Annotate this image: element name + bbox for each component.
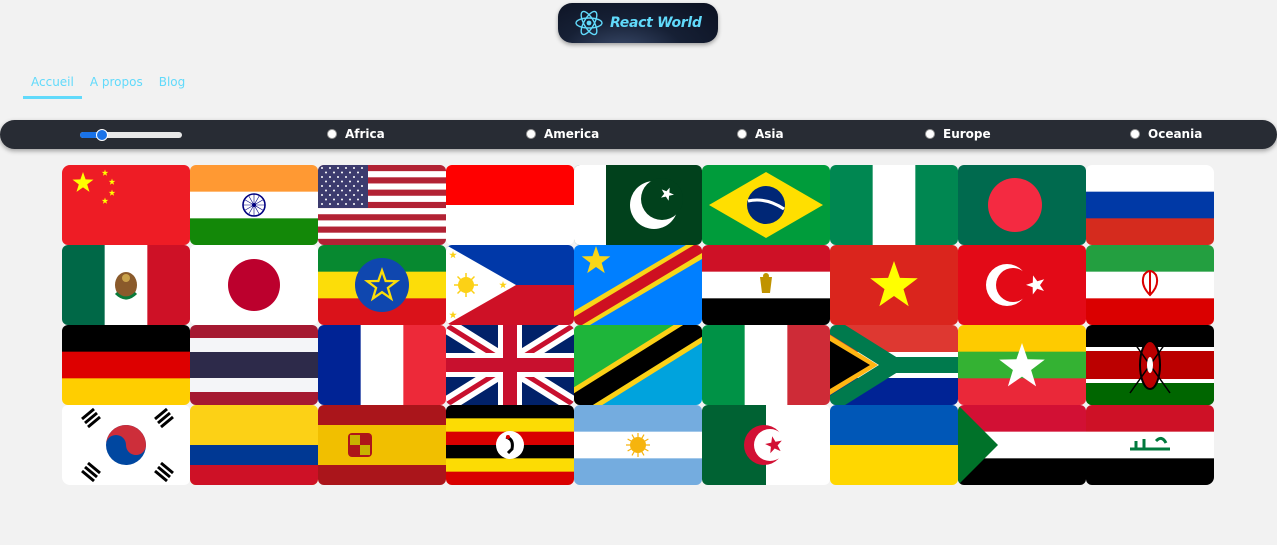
region-label-africa: Africa	[345, 127, 385, 141]
region-option-america[interactable]: America	[526, 127, 599, 141]
germany-flag[interactable]	[62, 325, 190, 405]
japan-flag-image	[190, 245, 318, 325]
dr-congo-flag-image	[574, 245, 702, 325]
region-label-america: America	[544, 127, 600, 141]
south-korea-flag-image	[62, 405, 190, 485]
country-flag-grid	[62, 165, 1214, 485]
tanzania-flag[interactable]	[574, 325, 702, 405]
colombia-flag-image	[190, 405, 318, 485]
italy-flag-image	[702, 325, 830, 405]
region-label-europe: Europe	[943, 127, 991, 141]
kenya-flag-image	[1086, 325, 1214, 405]
colombia-flag[interactable]	[190, 405, 318, 485]
south-africa-flag-image	[830, 325, 958, 405]
tanzania-flag-image	[574, 325, 702, 405]
nav-link-accueil[interactable]: Accueil	[23, 72, 82, 99]
region-option-oceania[interactable]: Oceania	[1130, 127, 1202, 141]
app-logo[interactable]: React World	[558, 3, 718, 43]
thailand-flag[interactable]	[190, 325, 318, 405]
united-kingdom-flag[interactable]	[446, 325, 574, 405]
russia-flag[interactable]	[1086, 165, 1214, 245]
spain-flag[interactable]	[318, 405, 446, 485]
turkey-flag[interactable]	[958, 245, 1086, 325]
sudan-flag[interactable]	[958, 405, 1086, 485]
ethiopia-flag[interactable]	[318, 245, 446, 325]
region-option-asia[interactable]: Asia	[737, 127, 784, 141]
react-atom-icon	[575, 10, 603, 36]
egypt-flag[interactable]	[702, 245, 830, 325]
myanmar-flag[interactable]	[958, 325, 1086, 405]
iran-flag-image	[1086, 245, 1214, 325]
mexico-flag-image	[62, 245, 190, 325]
india-flag-image	[190, 165, 318, 245]
china-flag-image	[62, 165, 190, 245]
population-range-slider[interactable]	[80, 129, 182, 141]
sudan-flag-image	[958, 405, 1086, 485]
pakistan-flag[interactable]	[574, 165, 702, 245]
italy-flag[interactable]	[702, 325, 830, 405]
region-option-europe[interactable]: Europe	[925, 127, 991, 141]
united-kingdom-flag-image	[446, 325, 574, 405]
ukraine-flag[interactable]	[830, 405, 958, 485]
region-label-asia: Asia	[755, 127, 784, 141]
uganda-flag-image	[446, 405, 574, 485]
brazil-flag[interactable]	[702, 165, 830, 245]
iraq-flag[interactable]	[1086, 405, 1214, 485]
ethiopia-flag-image	[318, 245, 446, 325]
main-nav: Accueil A propos Blog	[23, 72, 193, 99]
nav-link-blog[interactable]: Blog	[151, 72, 194, 99]
region-option-africa[interactable]: Africa	[327, 127, 385, 141]
ukraine-flag-image	[830, 405, 958, 485]
indonesia-flag[interactable]	[446, 165, 574, 245]
japan-flag[interactable]	[190, 245, 318, 325]
mexico-flag[interactable]	[62, 245, 190, 325]
vietnam-flag[interactable]	[830, 245, 958, 325]
china-flag[interactable]	[62, 165, 190, 245]
radio-america[interactable]	[526, 129, 536, 139]
algeria-flag[interactable]	[702, 405, 830, 485]
region-label-oceania: Oceania	[1148, 127, 1203, 141]
logo-title: React World	[610, 15, 702, 31]
bangladesh-flag[interactable]	[958, 165, 1086, 245]
nav-link-a-propos[interactable]: A propos	[82, 72, 151, 99]
france-flag-image	[318, 325, 446, 405]
algeria-flag-image	[702, 405, 830, 485]
south-korea-flag[interactable]	[62, 405, 190, 485]
turkey-flag-image	[958, 245, 1086, 325]
radio-oceania[interactable]	[1130, 129, 1140, 139]
thailand-flag-image	[190, 325, 318, 405]
radio-europe[interactable]	[925, 129, 935, 139]
radio-africa[interactable]	[327, 129, 337, 139]
filter-bar: Africa America Asia Europe Oceania	[0, 120, 1277, 149]
slider-thumb[interactable]	[96, 129, 109, 141]
iraq-flag-image	[1086, 405, 1214, 485]
brazil-flag-image	[702, 165, 830, 245]
philippines-flag-image	[446, 245, 574, 325]
indonesia-flag-image	[446, 165, 574, 245]
bangladesh-flag-image	[958, 165, 1086, 245]
united-states-flag-image	[318, 165, 446, 245]
radio-asia[interactable]	[737, 129, 747, 139]
dr-congo-flag[interactable]	[574, 245, 702, 325]
argentina-flag-image	[574, 405, 702, 485]
philippines-flag[interactable]	[446, 245, 574, 325]
vietnam-flag-image	[830, 245, 958, 325]
kenya-flag[interactable]	[1086, 325, 1214, 405]
spain-flag-image	[318, 405, 446, 485]
south-africa-flag[interactable]	[830, 325, 958, 405]
india-flag[interactable]	[190, 165, 318, 245]
uganda-flag[interactable]	[446, 405, 574, 485]
russia-flag-image	[1086, 165, 1214, 245]
germany-flag-image	[62, 325, 190, 405]
pakistan-flag-image	[574, 165, 702, 245]
egypt-flag-image	[702, 245, 830, 325]
nigeria-flag[interactable]	[830, 165, 958, 245]
myanmar-flag-image	[958, 325, 1086, 405]
united-states-flag[interactable]	[318, 165, 446, 245]
iran-flag[interactable]	[1086, 245, 1214, 325]
argentina-flag[interactable]	[574, 405, 702, 485]
france-flag[interactable]	[318, 325, 446, 405]
nigeria-flag-image	[830, 165, 958, 245]
